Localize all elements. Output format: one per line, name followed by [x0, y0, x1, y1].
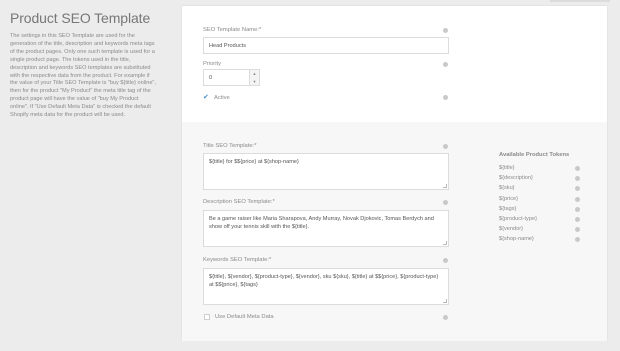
info-icon[interactable] — [443, 144, 448, 149]
use-default-meta-checkbox[interactable] — [204, 314, 210, 320]
active-label: Active — [214, 95, 230, 101]
token-item: ${shop-name} — [499, 236, 534, 243]
title-template-textarea[interactable]: ${title} for $${price} at ${shop-name} — [203, 153, 449, 190]
info-icon[interactable] — [443, 200, 448, 205]
name-input[interactable]: Head Products — [203, 37, 449, 54]
token-item: ${description} — [499, 175, 533, 182]
resize-handle[interactable] — [443, 299, 447, 303]
token-item: ${sku} — [499, 185, 515, 192]
general-section — [182, 6, 607, 122]
description-template-textarea[interactable]: Be a game raiser like Maria Sharapova, A… — [203, 210, 449, 247]
sidebar: Product SEO Template The settings in thi… — [10, 10, 158, 120]
page-description: The settings in this SEO Template are us… — [10, 33, 156, 119]
title-template-value: ${title} for $${price} at ${shop-name} — [209, 159, 299, 165]
seo-template-form: SEO Template Name:* Head Products Priori… — [181, 5, 608, 341]
priority-stepper[interactable]: ▲ ▼ — [249, 70, 259, 85]
info-icon[interactable] — [443, 315, 448, 320]
token-item: ${tags} — [499, 205, 517, 212]
description-template-label: Description SEO Template:* — [203, 199, 275, 205]
title-template-label: Title SEO Template:* — [203, 143, 257, 149]
description-template-value: Be a game raiser like Maria Sharapova, A… — [209, 216, 434, 230]
info-icon[interactable] — [443, 28, 448, 33]
token-item: ${vendor} — [499, 226, 523, 233]
info-icon[interactable] — [575, 206, 580, 212]
info-icon[interactable] — [575, 166, 580, 171]
page-title: Product SEO Template — [10, 10, 151, 26]
checkmark-icon[interactable]: ✔ — [203, 93, 209, 101]
caret-up-icon[interactable]: ▲ — [250, 70, 259, 78]
priority-label: Priority — [203, 61, 222, 67]
top-right-bar — [550, 0, 610, 2]
caret-down-icon[interactable]: ▼ — [250, 78, 259, 86]
info-icon[interactable] — [575, 217, 580, 222]
tokens-title: Available Product Tokens — [499, 152, 570, 158]
keywords-template-label: Keywords SEO Template:* — [203, 257, 272, 263]
info-icon[interactable] — [443, 95, 448, 100]
info-icon[interactable] — [575, 196, 580, 202]
resize-handle[interactable] — [443, 184, 447, 188]
token-item: ${title} — [499, 165, 515, 171]
name-label: SEO Template Name:* — [203, 27, 262, 33]
keywords-template-value: ${title}, ${vendor}, ${product-type}, ${… — [209, 274, 439, 288]
info-icon[interactable] — [443, 62, 448, 67]
info-icon[interactable] — [443, 258, 448, 263]
resize-handle[interactable] — [443, 241, 447, 245]
token-item: ${product-type} — [499, 216, 537, 222]
token-item: ${price} — [499, 195, 518, 202]
use-default-meta-label: Use Default Meta Data — [215, 314, 274, 320]
keywords-template-textarea[interactable]: ${title}, ${vendor}, ${product-type}, ${… — [203, 268, 449, 305]
